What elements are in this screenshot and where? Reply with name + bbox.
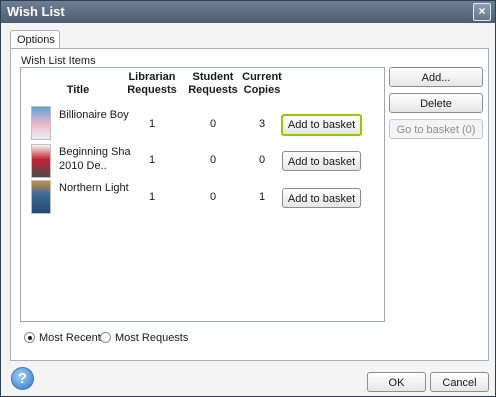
go-to-basket-button[interactable]: Go to basket (0): [389, 119, 483, 139]
most-requests-radio[interactable]: [100, 332, 111, 343]
column-header-current-copies: Current Copies: [239, 71, 285, 97]
book-cover-image: [31, 106, 51, 140]
close-icon[interactable]: ×: [473, 3, 491, 21]
ok-button[interactable]: OK: [367, 372, 426, 392]
student-requests-value: 0: [209, 118, 217, 130]
student-requests-value: 0: [209, 154, 217, 166]
column-header-student-line2: Requests: [188, 84, 238, 96]
add-button[interactable]: Add...: [389, 67, 483, 87]
librarian-requests-value: 1: [148, 154, 156, 166]
column-header-librarian-requests: Librarian Requests: [125, 71, 179, 97]
most-requests-label: Most Requests: [115, 332, 189, 344]
current-copies-value: 3: [258, 118, 266, 130]
most-recent-radio[interactable]: [24, 332, 35, 343]
student-requests-value: 0: [209, 191, 217, 203]
add-to-basket-button[interactable]: Add to basket: [282, 188, 361, 208]
book-title: Billionaire Boy: [59, 109, 129, 121]
librarian-requests-value: 1: [148, 118, 156, 130]
wish-list-items-label: Wish List Items: [21, 55, 96, 67]
wish-list-table[interactable]: Title Librarian Requests Student Request…: [20, 67, 385, 322]
add-to-basket-button[interactable]: Add to basket: [281, 114, 362, 136]
tab-options[interactable]: Options: [10, 30, 60, 50]
title-bar: Wish List ×: [1, 1, 495, 23]
column-header-librarian-line1: Librarian: [128, 71, 176, 83]
column-header-copies-line2: Copies: [243, 84, 281, 96]
column-header-title: Title: [66, 84, 90, 96]
current-copies-value: 1: [258, 191, 266, 203]
dialog-title: Wish List: [7, 4, 65, 19]
wish-list-dialog: Wish List × Options Wish List Items Titl…: [0, 0, 496, 397]
book-title: Northern Light: [59, 182, 129, 194]
book-title: Beginning Sha 2010 De..: [59, 146, 131, 172]
add-to-basket-button[interactable]: Add to basket: [282, 151, 361, 171]
book-cover-image: [31, 144, 51, 178]
current-copies-value: 0: [258, 154, 266, 166]
column-header-student-requests: Student Requests: [184, 71, 242, 97]
column-header-librarian-line2: Requests: [127, 84, 177, 96]
column-header-student-line1: Student: [192, 71, 234, 83]
tab-options-label: Options: [17, 34, 55, 46]
delete-button[interactable]: Delete: [389, 93, 483, 113]
cancel-button[interactable]: Cancel: [430, 372, 489, 392]
most-recent-label: Most Recent: [39, 332, 101, 344]
help-icon[interactable]: ?: [11, 367, 34, 390]
column-header-copies-line1: Current: [242, 71, 282, 83]
book-cover-image: [31, 180, 51, 214]
librarian-requests-value: 1: [148, 191, 156, 203]
